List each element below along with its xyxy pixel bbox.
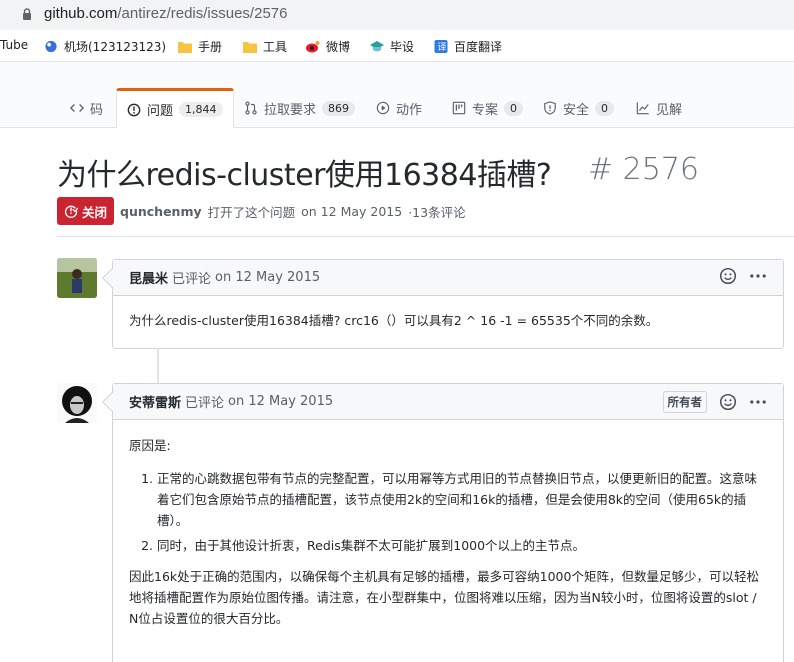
issue-meta: 关闭 qunchenmy 打开了这个问题 on 12 May 2015 ·13条… <box>57 197 466 225</box>
bookmark-weibo[interactable]: 微博 <box>306 38 350 55</box>
address-bar[interactable]: github.com/antirez/redis/issues/2576 <box>0 0 794 30</box>
graph-icon <box>636 102 649 115</box>
translate-icon: 译 <box>434 40 448 53</box>
bookmark-tools[interactable]: 工具 <box>243 38 287 55</box>
bookmark-tube[interactable]: Tube <box>0 38 28 52</box>
bookmarks-bar: Tube 机场(123123123) 手册 工具 微博 毕设 译 百度翻译 <box>0 30 794 62</box>
issue-title: 为什么redis-cluster使用16384插槽? <box>57 158 552 193</box>
issue-number: # 2576 <box>588 152 700 187</box>
graduation-icon <box>370 41 384 52</box>
tab-label: 动作 <box>396 102 423 118</box>
bookmark-label: 机场(123123123) <box>64 40 167 54</box>
comment-action: 已评论 <box>185 396 225 411</box>
tab-label: 问题 <box>147 104 174 119</box>
tab-label: 拉取要求 <box>264 102 317 118</box>
comment-text: 为什么redis-cluster使用16384插槽? crc16（）可以具有2 … <box>129 313 659 328</box>
header-divider <box>57 236 794 237</box>
timeline-line <box>157 348 159 383</box>
opened-text: 打开了这个问题 <box>207 204 296 220</box>
tab-label: 见解 <box>656 102 683 118</box>
pull-request-icon <box>245 101 257 115</box>
owner-badge: 所有者 <box>662 391 707 413</box>
avatar[interactable] <box>57 258 97 298</box>
comment-intro: 原因是: <box>129 438 171 453</box>
tab-security[interactable]: 安全 0 <box>533 88 624 128</box>
project-icon <box>452 101 466 115</box>
tab-issues[interactable]: 问题 1,844 <box>116 88 234 129</box>
url-text: github.com/antirez/redis/issues/2576 <box>44 5 287 22</box>
comment-count: ·13条评论 <box>408 204 466 220</box>
bookmark-translate[interactable]: 译 百度翻译 <box>434 38 502 55</box>
bookmark-label: 毕设 <box>390 40 415 54</box>
comment-header: 昆晨米 已评论 on 12 May 2015 <box>113 260 783 296</box>
pr-count-badge: 869 <box>322 100 356 116</box>
weibo-icon <box>306 41 320 53</box>
comment-body: 原因是: 正常的心跳数据包带有节点的完整配置，可以用幂等方式用旧的节点替换旧节点… <box>113 420 783 644</box>
kebab-icon[interactable] <box>749 267 767 285</box>
comment-date[interactable]: on 12 May 2015 <box>215 270 320 285</box>
comment-body: 为什么redis-cluster使用16384插槽? crc16（）可以具有2 … <box>113 296 783 348</box>
tab-label: 安全 <box>563 102 590 118</box>
issue-count-badge: 1,844 <box>179 102 223 117</box>
bookmark-label: 百度翻译 <box>454 40 503 54</box>
issue-author-link[interactable]: qunchenmy <box>120 204 202 219</box>
play-icon <box>376 101 390 115</box>
issue-icon <box>127 103 141 116</box>
issue-closed-icon <box>64 205 78 218</box>
tab-insights[interactable]: 见解 <box>626 88 692 128</box>
reason-list: 正常的心跳数据包带有节点的完整配置，可以用幂等方式用旧的节点替换旧节点，以便更新… <box>157 468 767 556</box>
comment-card: 安蒂雷斯 已评论 on 12 May 2015 所有者 原因是: 正常的心跳数据… <box>102 383 784 662</box>
bookmark-label: Tube <box>0 38 29 52</box>
comment-actions <box>719 267 767 285</box>
avatar-photo-icon <box>57 258 97 298</box>
tab-code[interactable]: 码 <box>60 88 113 128</box>
comment-actions: 所有者 <box>662 391 768 413</box>
smiley-icon[interactable] <box>719 267 737 285</box>
list-item: 同时，由于其他设计折衷，Redis集群不太可能扩展到1000个以上的主节点。 <box>157 535 767 556</box>
bookmark-label: 手册 <box>198 40 223 54</box>
tab-label: 专案 <box>472 102 499 118</box>
lock-icon <box>23 8 31 20</box>
kebab-icon[interactable] <box>749 393 767 411</box>
folder-icon <box>178 42 192 53</box>
security-count-badge: 0 <box>595 100 615 116</box>
bookmark-manual[interactable]: 手册 <box>178 38 222 55</box>
bookmark-airport[interactable]: 机场(123123123) <box>44 38 166 55</box>
comment-card: 昆晨米 已评论 on 12 May 2015 为什么redis-cluster使… <box>102 259 784 349</box>
svg-text:译: 译 <box>437 42 446 53</box>
comment-header: 安蒂雷斯 已评论 on 12 May 2015 所有者 <box>113 384 783 420</box>
avatar-photo-icon <box>57 383 97 423</box>
bookmark-label: 微博 <box>326 40 351 54</box>
comment-action: 已评论 <box>172 272 212 287</box>
tab-pull-requests[interactable]: 拉取要求 869 <box>234 88 365 128</box>
list-item: 正常的心跳数据包带有节点的完整配置，可以用幂等方式用旧的节点替换旧节点，以便更新… <box>157 468 767 531</box>
bookmark-graduation[interactable]: 毕设 <box>370 38 414 55</box>
folder-icon <box>243 42 257 53</box>
shield-icon <box>544 101 556 115</box>
tab-actions[interactable]: 动作 <box>366 88 432 128</box>
url-host: github.com <box>44 5 118 22</box>
comment-date[interactable]: on 12 May 2015 <box>228 394 333 409</box>
comment-author[interactable]: 安蒂雷斯 <box>129 392 181 411</box>
smiley-icon[interactable] <box>719 393 737 411</box>
avatar[interactable] <box>57 383 97 423</box>
opened-date[interactable]: on 12 May 2015 <box>301 204 402 219</box>
comment-conclusion: 因此16k处于正确的范围内，以确保每个主机具有足够的插槽，最多可容纳1000个矩… <box>129 569 759 626</box>
status-label: 关闭 <box>82 204 108 220</box>
repo-nav: 码 问题 1,844 拉取要求 869 动作 专案 0 安全 0 见解 <box>0 62 794 129</box>
airport-icon <box>45 40 57 53</box>
code-icon <box>70 104 84 112</box>
comment-author[interactable]: 昆晨米 <box>129 268 168 287</box>
url-path: /antirez/redis/issues/2576 <box>117 5 288 22</box>
bookmark-label: 工具 <box>263 40 288 54</box>
tab-label: 码 <box>90 102 104 118</box>
status-badge: 关闭 <box>57 197 115 225</box>
project-count-badge: 0 <box>504 100 524 116</box>
tab-projects[interactable]: 专案 0 <box>442 88 533 128</box>
